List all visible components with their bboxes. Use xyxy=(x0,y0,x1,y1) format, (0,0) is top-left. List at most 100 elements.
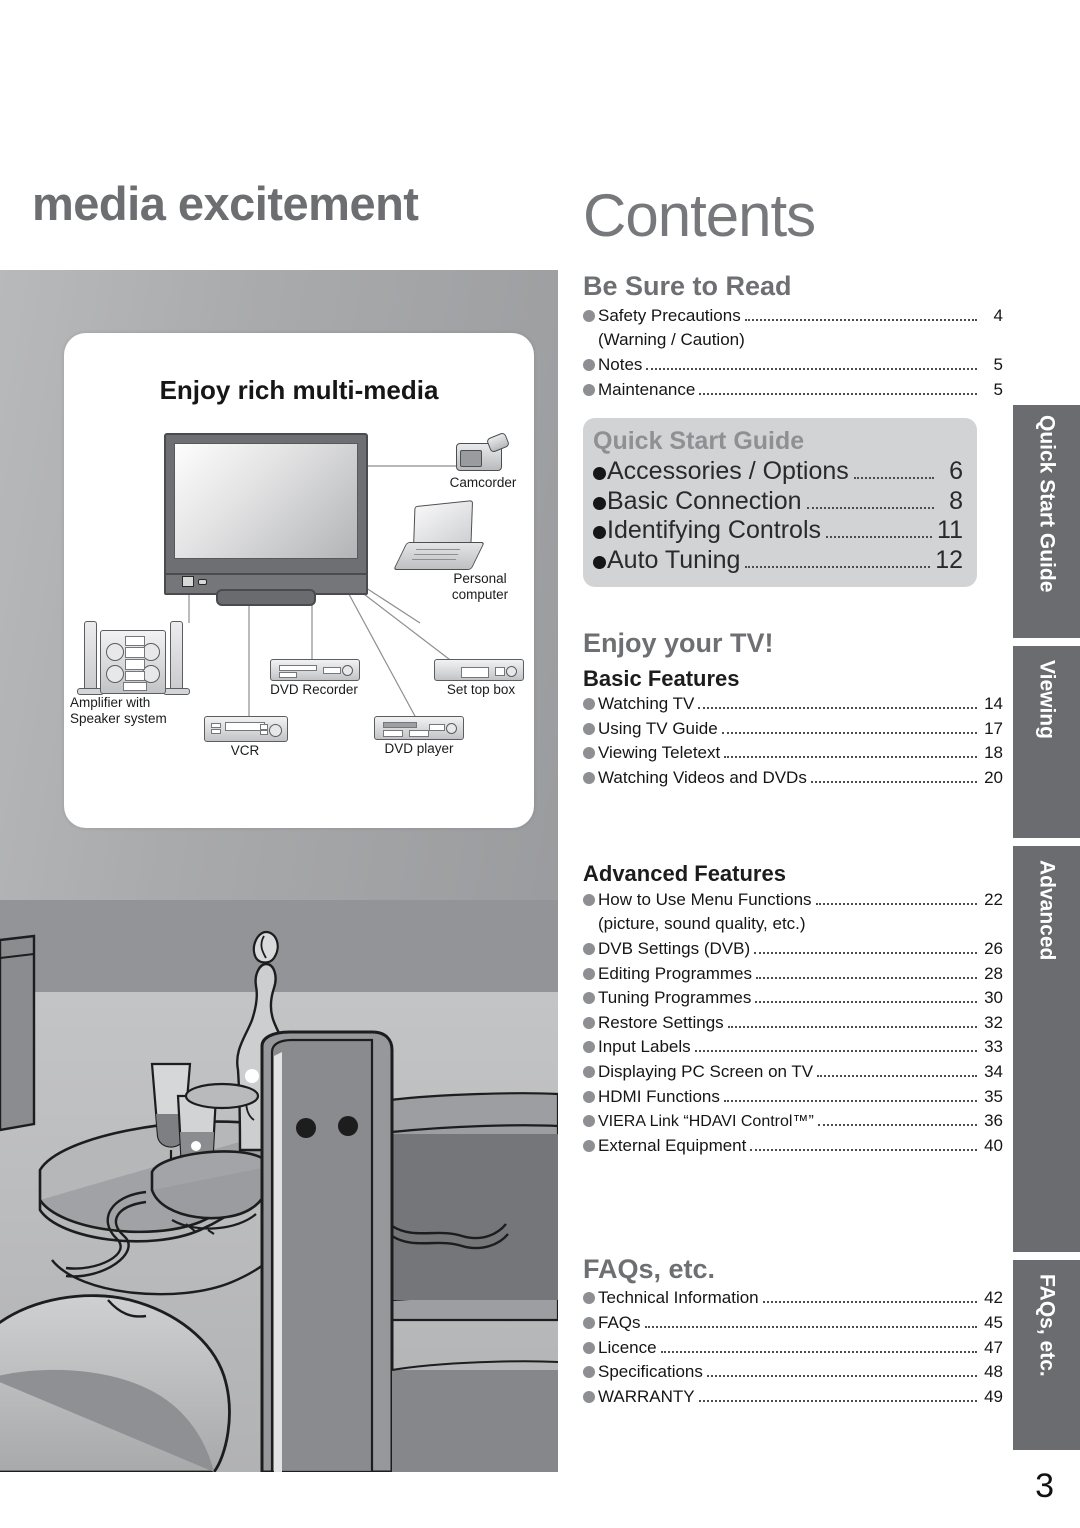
section-heading-enjoy-your-tv: Enjoy your TV! xyxy=(583,628,774,658)
contents-column: Contents Be Sure to Read Safety Precauti… xyxy=(583,0,1003,1410)
device-connection-card: Enjoy rich multi-media Camcorder Persona… xyxy=(64,333,534,828)
list-item[interactable]: Safety Precautions 4 xyxy=(583,304,1003,329)
tv-port-small-icon xyxy=(198,579,207,585)
list-item[interactable]: Using TV Guide 17 xyxy=(583,717,1003,742)
camcorder-screen-icon xyxy=(460,450,482,467)
toc-label: Maintenance xyxy=(598,379,696,399)
page-ref: 36 xyxy=(984,1111,1003,1131)
bullet-icon xyxy=(583,1366,595,1379)
list-item[interactable]: Watching Videos and DVDs 20 xyxy=(583,766,1003,791)
toc-label: WARRANTY xyxy=(598,1386,695,1406)
bullet-icon xyxy=(583,942,595,955)
toc-label: HDMI Functions xyxy=(598,1086,720,1106)
list-item[interactable]: DVB Settings (DVB) 26 xyxy=(583,937,1003,962)
page-ref: 5 xyxy=(993,354,1003,374)
list-item[interactable]: Notes 5 xyxy=(583,353,1003,378)
list-item[interactable]: Specifications 48 xyxy=(583,1360,1003,1385)
label-personal-computer: Personal computer xyxy=(451,571,509,602)
section-heading-advanced-features: Advanced Features xyxy=(583,861,786,887)
toc-label: Editing Programmes xyxy=(598,963,753,983)
leader-dots xyxy=(721,731,977,734)
toc-label: Using TV Guide xyxy=(598,718,718,738)
label-amplifier: Amplifier with Speaker system xyxy=(70,695,167,726)
bullet-icon xyxy=(583,992,595,1005)
leader-dots xyxy=(755,1001,977,1004)
side-tab-label: FAQs, etc. xyxy=(1035,1274,1059,1377)
label-set-top-box: Set top box xyxy=(446,682,516,697)
page-ref: 6 xyxy=(949,457,963,485)
leader-dots xyxy=(745,565,931,568)
list-item[interactable]: Licence 47 xyxy=(583,1336,1003,1361)
list-item[interactable]: Tuning Programmes 30 xyxy=(583,986,1003,1011)
page-ref: 45 xyxy=(984,1313,1003,1332)
leader-dots xyxy=(826,536,933,538)
list-item[interactable]: Restore Settings 32 xyxy=(583,1011,1003,1036)
quick-start-guide-box: Quick Start Guide Accessories / Options … xyxy=(583,418,977,587)
toc-be-sure-to-read: Safety Precautions 4 (Warning / Caution)… xyxy=(583,304,1003,403)
bullet-icon xyxy=(593,526,606,539)
list-item[interactable]: Watching TV 14 xyxy=(583,692,1003,717)
page-ref: 32 xyxy=(984,1012,1003,1032)
list-item[interactable]: Maintenance 5 xyxy=(583,378,1003,403)
leader-dots xyxy=(806,506,934,509)
list-item[interactable]: Accessories / Options 6 xyxy=(593,457,963,487)
label-dvd-recorder: DVD Recorder xyxy=(270,682,358,697)
leader-dots xyxy=(754,951,977,954)
speaker-right-base xyxy=(163,688,190,695)
bullet-icon xyxy=(583,967,595,980)
toc-label: FAQs xyxy=(598,1313,641,1332)
list-item[interactable]: Auto Tuning 12 xyxy=(593,546,963,576)
list-item[interactable]: Input Labels 33 xyxy=(583,1035,1003,1060)
label-vcr: VCR xyxy=(230,743,260,758)
list-item[interactable]: Technical Information 42 xyxy=(583,1286,1003,1311)
list-item[interactable]: External Equipment 40 xyxy=(583,1134,1003,1159)
page-ref: 12 xyxy=(935,545,963,574)
list-item[interactable]: FAQs 45 xyxy=(583,1311,1003,1336)
leader-dots xyxy=(724,756,977,759)
bullet-icon xyxy=(583,747,595,760)
leader-dots xyxy=(762,1301,977,1304)
list-item: (Warning / Caution) xyxy=(583,328,1003,353)
toc-faqs-etc: Technical Information 42 FAQs 45 Licence… xyxy=(583,1286,1003,1409)
toc-label: Licence xyxy=(598,1337,657,1357)
page-ref: 18 xyxy=(984,743,1003,763)
laptop-key-line xyxy=(415,549,461,551)
list-item[interactable]: Identifying Controls 11 xyxy=(593,516,963,546)
list-item[interactable]: Displaying PC Screen on TV 34 xyxy=(583,1060,1003,1085)
amplifier-icon xyxy=(100,630,166,694)
bullet-icon xyxy=(583,358,595,371)
toc-quick-start-guide: Accessories / Options 6 Basic Connection… xyxy=(593,457,963,575)
bullet-icon xyxy=(593,555,606,569)
side-tab-faqs-etc[interactable]: FAQs, etc. xyxy=(1013,1260,1080,1450)
toc-label: Viewing Teletext xyxy=(598,743,721,763)
toc-basic-features: Watching TV 14 Using TV Guide 17 Viewing… xyxy=(583,692,1003,791)
list-item[interactable]: Editing Programmes 28 xyxy=(583,962,1003,987)
side-tab-viewing[interactable]: Viewing xyxy=(1013,646,1080,838)
side-tab-quick-start-guide[interactable]: Quick Start Guide xyxy=(1013,405,1080,638)
list-item[interactable]: WARRANTY 49 xyxy=(583,1385,1003,1410)
tv-illustration xyxy=(164,433,368,577)
side-tab-advanced[interactable]: Advanced xyxy=(1013,846,1080,1252)
toc-label: (picture, sound quality, etc.) xyxy=(598,914,806,934)
toc-label: External Equipment xyxy=(598,1136,747,1156)
toc-label: Specifications xyxy=(598,1362,703,1382)
list-item[interactable]: VIERA Link “HDAVI Control™” 36 xyxy=(583,1109,1003,1134)
speaker-left-icon xyxy=(84,621,97,691)
leader-dots xyxy=(694,1050,977,1053)
bullet-icon xyxy=(583,1341,595,1354)
page-ref: 5 xyxy=(993,379,1003,399)
leader-dots xyxy=(756,976,977,979)
side-tab-strip: Quick Start Guide Viewing Advanced FAQs,… xyxy=(1013,0,1080,1528)
list-item[interactable]: Viewing Teletext 18 xyxy=(583,741,1003,766)
leader-dots xyxy=(817,1075,977,1078)
page-ref: 34 xyxy=(984,1062,1003,1082)
bullet-icon xyxy=(583,1292,595,1305)
bullet-icon xyxy=(583,309,595,322)
living-room-scene-illustration xyxy=(0,900,558,1472)
list-item[interactable]: How to Use Menu Functions 22 xyxy=(583,888,1003,913)
list-item[interactable]: HDMI Functions 35 xyxy=(583,1085,1003,1110)
list-item[interactable]: Basic Connection 8 xyxy=(593,487,963,517)
page-ref: 4 xyxy=(993,305,1003,325)
bullet-icon xyxy=(583,722,595,735)
leader-dots xyxy=(727,1025,977,1028)
